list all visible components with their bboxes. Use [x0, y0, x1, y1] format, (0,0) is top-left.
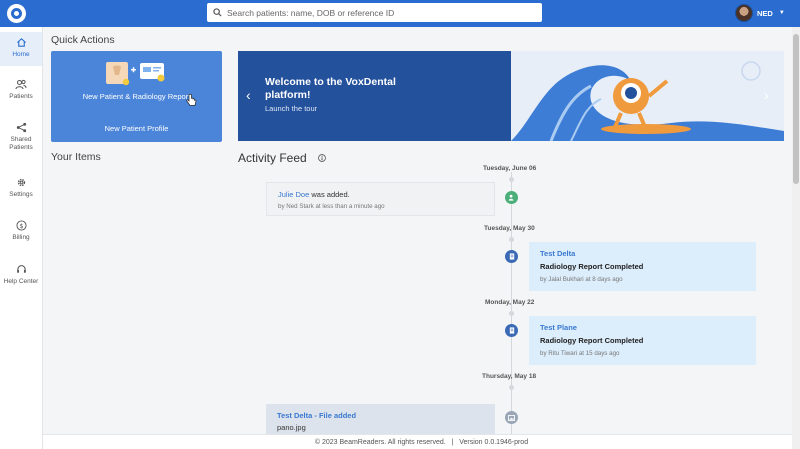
headset-icon [16, 265, 26, 273]
svg-text:$: $ [19, 222, 23, 230]
image-file-icon [505, 411, 518, 424]
top-bar: NED ▼ [0, 0, 800, 27]
search-icon [213, 8, 222, 17]
activity-action: Radiology Report Completed [540, 262, 644, 271]
patient-link[interactable]: Test Plane [540, 323, 745, 332]
pointer-cursor-icon [186, 94, 197, 106]
timeline-date: Tuesday, May 30 [484, 225, 535, 232]
info-icon[interactable] [318, 154, 326, 162]
timeline-date: Thursday, May 18 [482, 373, 537, 380]
sidebar: Home Patients Shared Patients Settings $… [0, 27, 43, 449]
share-icon [16, 122, 26, 133]
banner-illustration [511, 51, 784, 141]
timeline-date: Tuesday, June 06 [483, 165, 537, 172]
quick-actions-title: Quick Actions [51, 34, 115, 46]
report-icon [505, 250, 518, 263]
banner-prev-arrow[interactable]: ‹ [246, 87, 251, 103]
activity-meta: by Jalal Bukhari at 8 days ago [540, 276, 623, 283]
activity-action: was added. [309, 190, 350, 199]
banner-next-arrow[interactable]: › [764, 87, 769, 103]
your-items-title: Your Items [51, 151, 101, 163]
sidebar-item-home[interactable]: Home [0, 32, 42, 66]
surfer-mascot-illustration-icon [511, 61, 784, 141]
new-patient-profile-button[interactable]: New Patient Profile [51, 115, 222, 142]
sidebar-item-shared-patients[interactable]: Shared Patients [0, 122, 42, 152]
activity-card: Test Delta Radiology Report Completed by… [529, 242, 756, 291]
file-name[interactable]: pano.jpg [277, 423, 484, 432]
user-menu[interactable]: NED ▼ [735, 3, 785, 23]
sidebar-item-billing[interactable]: $ Billing [0, 220, 42, 242]
sidebar-item-label: Shared Patients [9, 136, 33, 151]
activity-card: Test Delta - File added pano.jpg [266, 404, 495, 434]
search-input[interactable] [227, 7, 527, 18]
dollar-icon: $ [15, 220, 27, 231]
activity-action: Radiology Report Completed [540, 336, 644, 345]
sidebar-item-label: Patients [9, 93, 33, 100]
home-icon [16, 38, 26, 47]
activity-meta: by Ritu Tiwari at 15 days ago [540, 350, 620, 357]
timeline-dot [509, 177, 514, 182]
search-box[interactable] [207, 3, 542, 22]
gear-icon [17, 178, 25, 187]
sidebar-item-settings[interactable]: Settings [0, 177, 42, 199]
timeline-dot [509, 237, 514, 242]
patient-link[interactable]: Julie Doe [278, 190, 309, 199]
report-icon [505, 324, 518, 337]
timeline-dot [509, 385, 514, 390]
sidebar-item-label: Home [12, 51, 30, 58]
patient-link[interactable]: Test Delta [540, 249, 745, 258]
sidebar-item-label: Billing [12, 234, 30, 241]
file-added-link[interactable]: Test Delta - File added [277, 411, 484, 420]
sidebar-item-label: Settings [9, 191, 33, 198]
sidebar-item-help-center[interactable]: Help Center [0, 264, 42, 286]
patient-added-icon [505, 191, 518, 204]
activity-card: Julie Doe was added. by Ned Stark at les… [266, 182, 495, 216]
banner-title: Welcome to the VoxDental platform! [265, 76, 396, 101]
sidebar-item-label: Help Center [3, 278, 39, 285]
activity-feed-title: Activity Feed [238, 151, 307, 165]
activity-card: Test Plane Radiology Report Completed by… [529, 316, 756, 365]
scrollbar-thumb[interactable] [793, 34, 799, 184]
chevron-down-icon[interactable]: ▼ [779, 10, 785, 16]
launch-tour-link[interactable]: Launch the tour [265, 104, 317, 113]
activity-meta: by Ned Stark at less than a minute ago [278, 203, 385, 210]
user-name[interactable]: NED [757, 9, 773, 18]
app-logo-icon[interactable] [7, 4, 26, 23]
avatar[interactable] [735, 4, 753, 22]
footer: © 2023 BeamReaders. All rights reserved.… [43, 434, 800, 449]
welcome-banner: ‹ Welcome to the VoxDental platform! Lau… [238, 51, 784, 141]
timeline-dot [509, 311, 514, 316]
patient-report-illustration-icon [106, 62, 165, 86]
sidebar-item-patients[interactable]: Patients [0, 79, 42, 101]
timeline-date: Monday, May 22 [485, 299, 535, 306]
patients-icon [15, 79, 27, 90]
